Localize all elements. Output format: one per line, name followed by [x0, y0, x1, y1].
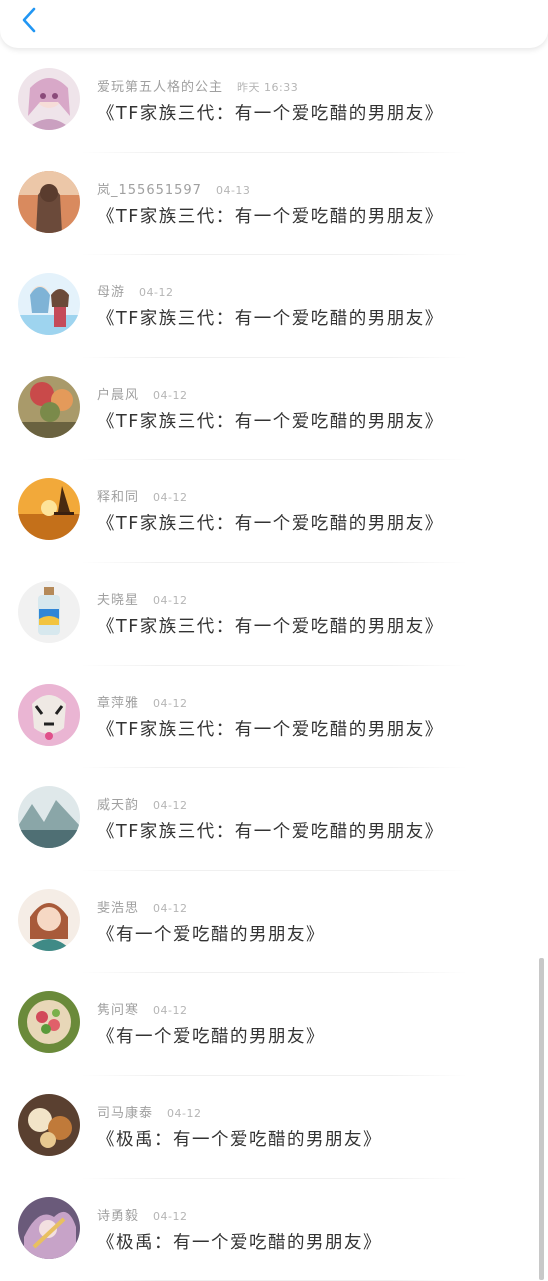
username[interactable]: 威天韵	[97, 798, 139, 813]
username[interactable]: 户晨风	[97, 388, 139, 403]
book-title[interactable]: 《TF家族三代：有一个爱吃醋的男朋友》	[97, 203, 444, 228]
list-item[interactable]: 户晨风 04-12 《TF家族三代：有一个爱吃醋的男朋友》	[0, 358, 548, 461]
comment-meta: 司马康泰 04-12	[97, 1102, 201, 1122]
timestamp: 04-12	[153, 1004, 188, 1018]
username[interactable]: 夫晓星	[97, 593, 139, 608]
book-title[interactable]: 《TF家族三代：有一个爱吃醋的男朋友》	[97, 818, 444, 843]
timestamp: 04-12	[153, 593, 188, 607]
comment-meta: 诗勇毅 04-12	[97, 1205, 187, 1225]
timestamp: 04-12	[167, 1106, 202, 1120]
avatar[interactable]	[18, 478, 80, 541]
timestamp: 04-13	[215, 183, 251, 197]
book-title[interactable]: 《有一个爱吃醋的男朋友》	[97, 1023, 325, 1048]
username[interactable]: 释和同	[97, 490, 139, 505]
username[interactable]: 岚_155651597	[97, 183, 202, 198]
comment-meta: 岚_155651597 04-13	[97, 179, 250, 199]
avatar[interactable]	[18, 580, 80, 643]
comment-meta: 章萍雅 04-12	[97, 692, 187, 712]
comment-meta: 户晨风 04-12	[97, 384, 187, 404]
avatar[interactable]	[18, 888, 80, 951]
avatar[interactable]	[18, 375, 80, 438]
list-item[interactable]: 章萍雅 04-12 《TF家族三代：有一个爱吃醋的男朋友》	[0, 666, 548, 769]
list-item[interactable]: 释和同 04-12 《TF家族三代：有一个爱吃醋的男朋友》	[0, 460, 548, 563]
list-item[interactable]: 诗勇毅 04-12 《极禹：有一个爱吃醋的男朋友》	[0, 1179, 548, 1281]
book-title[interactable]: 《TF家族三代：有一个爱吃醋的男朋友》	[97, 305, 444, 330]
username[interactable]: 章萍雅	[97, 696, 139, 711]
timestamp: 04-12	[153, 491, 188, 505]
username[interactable]: 诗勇毅	[97, 1209, 139, 1224]
scrollbar[interactable]	[539, 958, 544, 1280]
list-item[interactable]: 隽问寒 04-12 《有一个爱吃醋的男朋友》	[0, 973, 548, 1076]
comment-meta: 威天韵 04-12	[97, 794, 187, 814]
book-title[interactable]: 《TF家族三代：有一个爱吃醋的男朋友》	[97, 100, 444, 125]
comment-meta: 夫晓星 04-12	[97, 589, 187, 609]
comment-meta: 释和同 04-12	[97, 486, 187, 506]
username[interactable]: 斐浩思	[97, 901, 139, 916]
list-item[interactable]: 爱玩第五人格的公主 昨天 16:33 《TF家族三代：有一个爱吃醋的男朋友》	[0, 50, 548, 153]
book-title[interactable]: 《TF家族三代：有一个爱吃醋的男朋友》	[97, 613, 444, 638]
avatar[interactable]	[18, 1196, 80, 1259]
avatar[interactable]	[18, 273, 80, 336]
book-title[interactable]: 《极禹：有一个爱吃醋的男朋友》	[97, 1126, 382, 1151]
timestamp: 04-12	[153, 388, 188, 402]
avatar[interactable]	[18, 170, 80, 233]
timestamp: 昨天 16:33	[237, 81, 299, 94]
timestamp: 04-12	[153, 901, 188, 915]
comment-meta: 母游 04-12	[97, 281, 173, 301]
username[interactable]: 母游	[97, 285, 125, 300]
book-title[interactable]: 《TF家族三代：有一个爱吃醋的男朋友》	[97, 510, 444, 535]
top-bar	[0, 0, 548, 48]
username[interactable]: 爱玩第五人格的公主	[97, 80, 223, 95]
timestamp: 04-12	[153, 799, 188, 813]
list-item[interactable]: 岚_155651597 04-13 《TF家族三代：有一个爱吃醋的男朋友》	[0, 153, 548, 256]
avatar[interactable]	[18, 68, 80, 130]
back-button[interactable]	[12, 2, 48, 38]
list-item[interactable]: 斐浩思 04-12 《有一个爱吃醋的男朋友》	[0, 871, 548, 974]
timestamp: 04-12	[153, 1209, 188, 1223]
list-item[interactable]: 母游 04-12 《TF家族三代：有一个爱吃醋的男朋友》	[0, 255, 548, 358]
book-title[interactable]: 《TF家族三代：有一个爱吃醋的男朋友》	[97, 716, 444, 741]
avatar[interactable]	[18, 991, 80, 1054]
list-item[interactable]: 夫晓星 04-12 《TF家族三代：有一个爱吃醋的男朋友》	[0, 563, 548, 666]
comment-list: 爱玩第五人格的公主 昨天 16:33 《TF家族三代：有一个爱吃醋的男朋友》 岚_…	[0, 50, 548, 1281]
chevron-left-icon	[22, 7, 36, 33]
list-item[interactable]: 威天韵 04-12 《TF家族三代：有一个爱吃醋的男朋友》	[0, 768, 548, 871]
book-title[interactable]: 《TF家族三代：有一个爱吃醋的男朋友》	[97, 408, 444, 433]
avatar[interactable]	[18, 683, 80, 746]
comment-meta: 爱玩第五人格的公主 昨天 16:33	[97, 76, 298, 96]
book-title[interactable]: 《有一个爱吃醋的男朋友》	[97, 921, 325, 946]
username[interactable]: 隽问寒	[97, 1003, 139, 1018]
avatar[interactable]	[18, 1093, 80, 1156]
comment-meta: 隽问寒 04-12	[97, 999, 187, 1019]
comment-meta: 斐浩思 04-12	[97, 897, 187, 917]
avatar[interactable]	[18, 786, 80, 849]
list-item[interactable]: 司马康泰 04-12 《极禹：有一个爱吃醋的男朋友》	[0, 1076, 548, 1179]
timestamp: 04-12	[153, 696, 188, 710]
username[interactable]: 司马康泰	[97, 1106, 153, 1121]
timestamp: 04-12	[139, 286, 174, 300]
book-title[interactable]: 《极禹：有一个爱吃醋的男朋友》	[97, 1229, 382, 1254]
